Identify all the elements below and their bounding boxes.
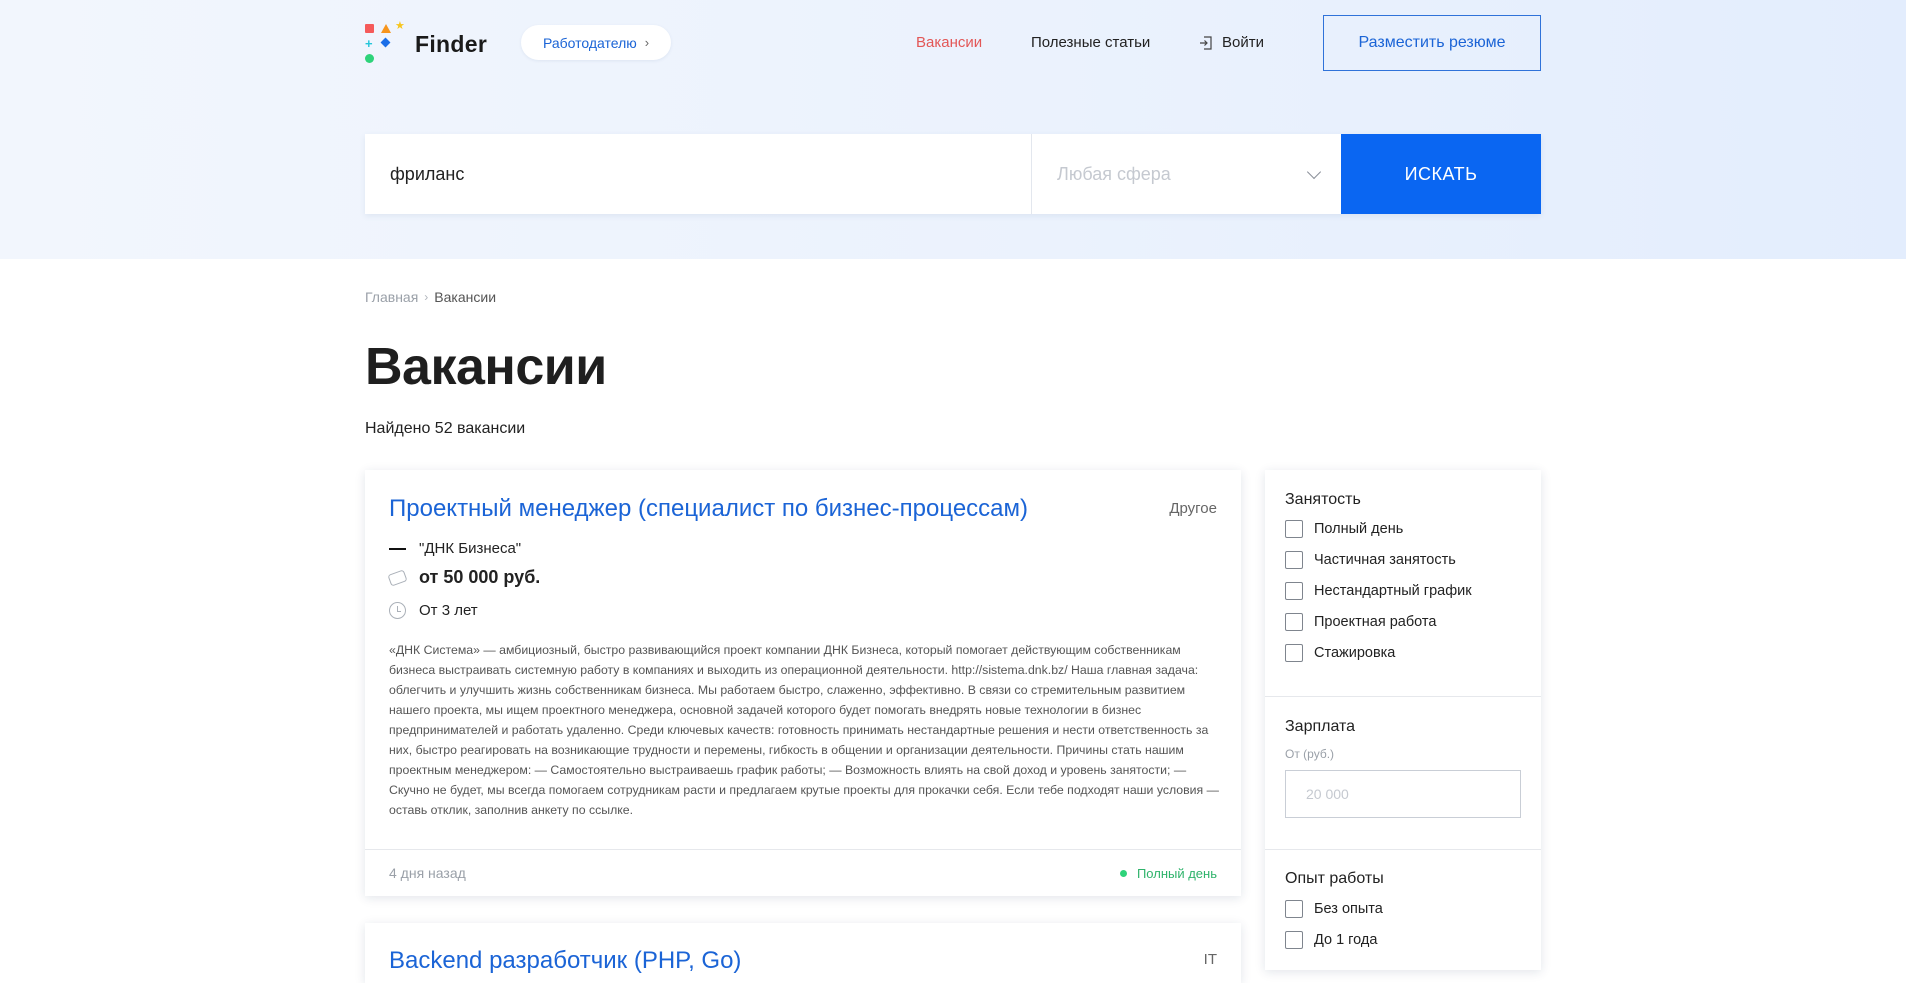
post-resume-button[interactable]: Разместить резюме: [1323, 15, 1541, 71]
vacancy-posted: 4 дня назад: [389, 865, 466, 881]
filter-experience: Опыт работы Без опыта До 1 года: [1265, 849, 1541, 970]
vacancy-category: IT: [1203, 951, 1217, 968]
vacancy-salary: от 50 000 руб.: [419, 567, 541, 587]
login-label: Войти: [1222, 34, 1264, 51]
chevron-right-icon: ›: [424, 290, 429, 304]
filter-option[interactable]: Нестандартный график: [1285, 582, 1472, 600]
vacancy-experience: От 3 лет: [419, 602, 478, 619]
filter-employment: Занятость Полный день Частичная занятост…: [1265, 470, 1541, 696]
money-icon: [387, 568, 408, 587]
filter-experience-title: Опыт работы: [1285, 870, 1384, 887]
vacancy-card: Backend разработчик (PHP, Go) IT: [365, 923, 1241, 983]
vacancy-description: «ДНК Система» — амбициозный, быстро разв…: [389, 643, 1219, 817]
checkbox[interactable]: [1285, 551, 1303, 569]
search-button[interactable]: ИСКАТЬ: [1341, 134, 1541, 214]
sphere-select[interactable]: Любая сфера: [1032, 134, 1341, 214]
vacancy-company-row: "ДНК Бизнеса": [389, 540, 521, 557]
employer-label: Работодателю: [543, 34, 637, 51]
chevron-down-icon: [1306, 164, 1322, 179]
filter-option[interactable]: Проектная работа: [1285, 613, 1436, 631]
results-count: Найдено 52 вакансии: [365, 420, 526, 437]
status-dot-icon: [1119, 870, 1127, 877]
search-input[interactable]: [365, 134, 1032, 214]
chevron-right-icon: ›: [644, 35, 650, 50]
filter-option-label: Проектная работа: [1314, 614, 1437, 630]
employer-button[interactable]: Работодателю ›: [521, 25, 672, 60]
checkbox[interactable]: [1285, 520, 1303, 538]
search-bar: Любая сфера ИСКАТЬ: [365, 134, 1541, 214]
checkbox[interactable]: [1285, 900, 1303, 918]
sphere-select-placeholder: Любая сфера: [1057, 163, 1171, 184]
logo[interactable]: ★ + Finder: [365, 21, 505, 64]
filter-option[interactable]: Частичная занятость: [1285, 551, 1456, 569]
breadcrumb: Главная › Вакансии: [365, 289, 496, 305]
filter-option-label: До 1 года: [1314, 932, 1378, 948]
page-title: Вакансии: [365, 338, 607, 396]
filter-employment-title: Занятость: [1285, 491, 1361, 508]
checkbox[interactable]: [1285, 582, 1303, 600]
header-hero: ★ + Finder Работодателю › Вакансии Полез…: [0, 0, 1906, 259]
employment-badge-label: Полный день: [1136, 866, 1217, 881]
login-icon: [1199, 35, 1213, 50]
filter-option[interactable]: До 1 года: [1285, 931, 1377, 949]
filter-option[interactable]: Без опыта: [1285, 900, 1383, 918]
filter-option-label: Нестандартный график: [1314, 583, 1472, 599]
filter-option-label: Стажировка: [1314, 645, 1396, 661]
breadcrumb-home[interactable]: Главная: [365, 289, 418, 305]
filter-salary-title: Зарплата: [1285, 718, 1356, 735]
title-fade: [1065, 490, 1155, 528]
company-logo-icon: [389, 547, 406, 550]
checkbox[interactable]: [1285, 644, 1303, 662]
vacancy-title[interactable]: Проектный менеджер (специалист по бизнес…: [389, 495, 1028, 523]
filters-panel: Занятость Полный день Частичная занятост…: [1265, 470, 1541, 970]
breadcrumb-current: Вакансии: [434, 289, 497, 305]
checkbox[interactable]: [1285, 931, 1303, 949]
nav-articles[interactable]: Полезные статьи: [1031, 34, 1150, 51]
filter-option-label: Частичная занятость: [1314, 552, 1456, 568]
clock-icon: [389, 602, 406, 619]
nav-login[interactable]: Войти: [1199, 34, 1264, 51]
employment-badge: Полный день: [1119, 866, 1217, 881]
salary-from-input[interactable]: [1285, 770, 1521, 818]
vacancy-footer: 4 дня назад Полный день: [365, 849, 1241, 896]
filter-salary: Зарплата От (руб.): [1265, 696, 1541, 849]
filter-option-label: Полный день: [1314, 521, 1404, 537]
logo-text: Finder: [415, 30, 488, 57]
checkbox[interactable]: [1285, 613, 1303, 631]
vacancy-title[interactable]: Backend разработчик (PHP, Go): [389, 947, 741, 975]
vacancy-card: Проектный менеджер (специалист по бизнес…: [365, 470, 1241, 896]
vacancy-company: "ДНК Бизнеса": [419, 540, 522, 557]
filter-option[interactable]: Полный день: [1285, 520, 1403, 538]
filter-option[interactable]: Стажировка: [1285, 644, 1395, 662]
vacancy-salary-row: от 50 000 руб.: [387, 567, 541, 588]
vacancy-category: Другое: [1169, 500, 1217, 517]
filter-option-label: Без опыта: [1314, 901, 1383, 917]
salary-from-label: От (руб.): [1285, 747, 1335, 761]
logo-icon: ★ +: [365, 21, 405, 64]
nav-vacancies[interactable]: Вакансии: [916, 34, 982, 51]
vacancy-experience-row: От 3 лет: [389, 602, 478, 619]
